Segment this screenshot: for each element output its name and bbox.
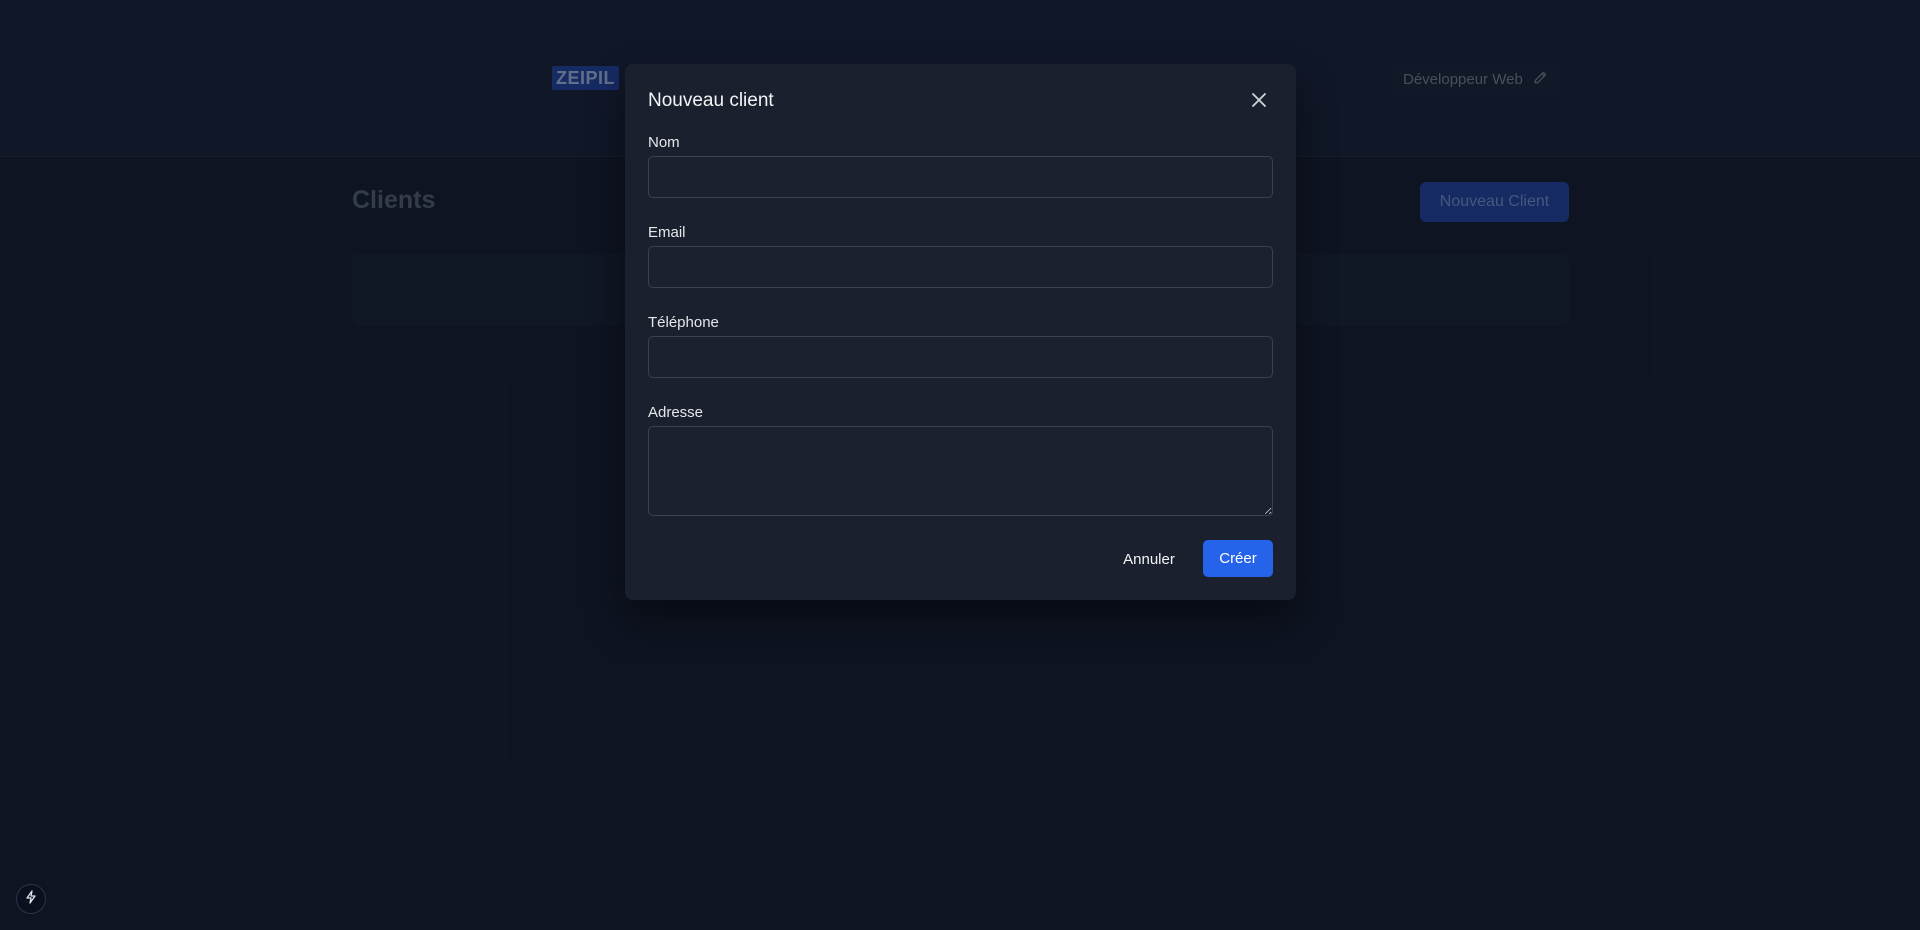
adresse-label: Adresse (648, 404, 704, 421)
telephone-input[interactable] (648, 336, 1273, 378)
lightning-icon (24, 889, 38, 909)
cancel-button[interactable]: Annuler (1109, 541, 1189, 577)
new-client-dialog: Nouveau client Nom Email Téléphone Adres… (625, 64, 1296, 600)
create-button[interactable]: Créer (1203, 540, 1273, 577)
email-input[interactable] (648, 246, 1273, 288)
nom-label: Nom (648, 134, 680, 151)
adresse-textarea[interactable] (648, 426, 1273, 516)
telephone-label: Téléphone (648, 314, 719, 331)
email-label: Email (648, 224, 686, 241)
close-icon (1249, 90, 1269, 115)
nom-input[interactable] (648, 156, 1273, 198)
dialog-title: Nouveau client (648, 90, 774, 111)
dev-tools-badge[interactable] (16, 884, 46, 914)
close-button[interactable] (1245, 88, 1273, 116)
